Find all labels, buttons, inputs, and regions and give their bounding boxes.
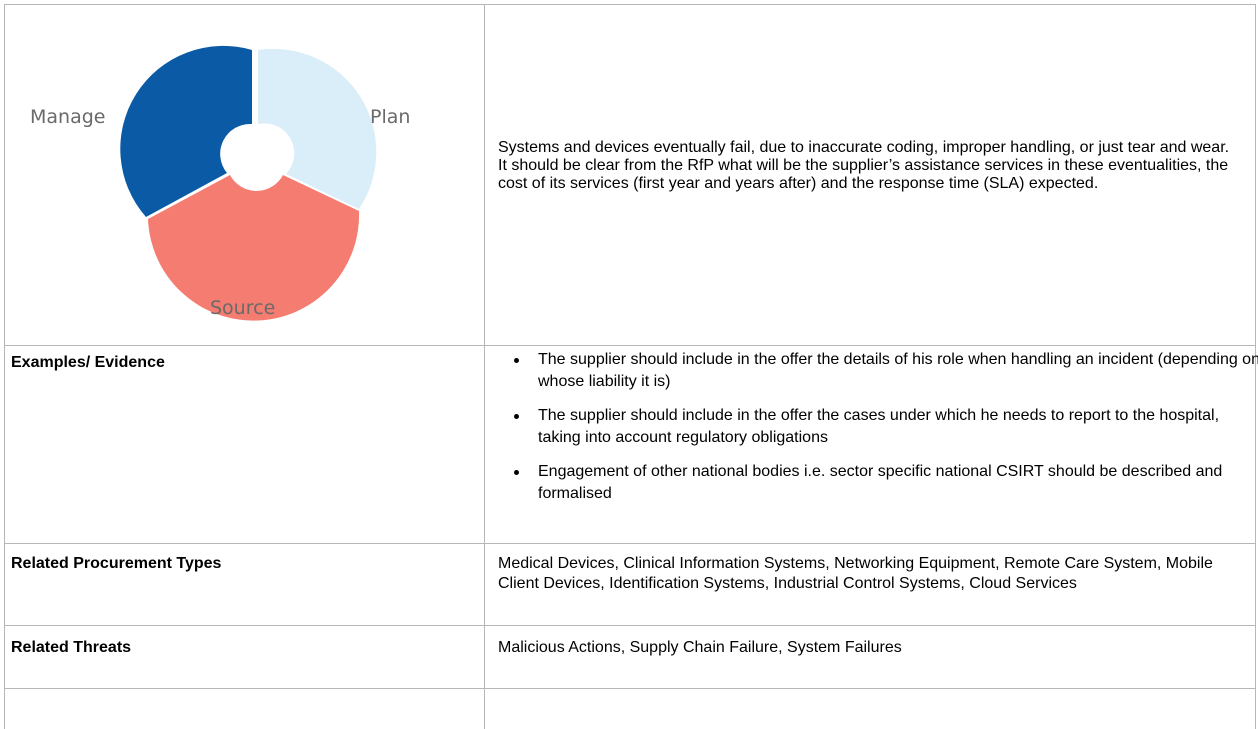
list-item: The supplier should include in the offer… [500, 349, 1258, 393]
examples-list: The supplier should include in the offer… [500, 349, 1258, 505]
procurement-value: Medical Devices, Clinical Information Sy… [498, 555, 1213, 592]
bullet-icon [514, 358, 519, 363]
list-item: The supplier should include in the offer… [500, 405, 1258, 449]
bullet-icon [514, 414, 519, 419]
diagram-label-plan: Plan [370, 106, 410, 128]
description-text: Systems and devices eventually fail, due… [498, 139, 1230, 192]
list-item-text: The supplier should include in the offer… [538, 351, 1258, 390]
list-item: Engagement of other national bodies i.e.… [500, 461, 1258, 505]
row-divider [4, 543, 1256, 544]
row-divider [4, 345, 1256, 346]
threats-value: Malicious Actions, Supply Chain Failure,… [498, 639, 902, 656]
diagram-label-manage: Manage [30, 106, 105, 128]
procurement-label: Related Procurement Types [11, 555, 222, 572]
info-table: Manage Plan Source Systems and devices e… [0, 0, 1258, 729]
threats-label: Related Threats [11, 639, 132, 656]
row-divider [4, 625, 1256, 626]
row-divider [4, 688, 1256, 689]
diagram-label-source: Source [210, 297, 275, 319]
list-item-text: Engagement of other national bodies i.e.… [538, 463, 1223, 502]
examples-label: Examples/ Evidence [11, 354, 165, 371]
bullet-icon [514, 470, 519, 475]
table-column-divider [484, 4, 485, 729]
list-item-text: The supplier should include in the offer… [538, 407, 1220, 446]
plan-source-manage-diagram: Manage Plan Source [30, 45, 410, 321]
